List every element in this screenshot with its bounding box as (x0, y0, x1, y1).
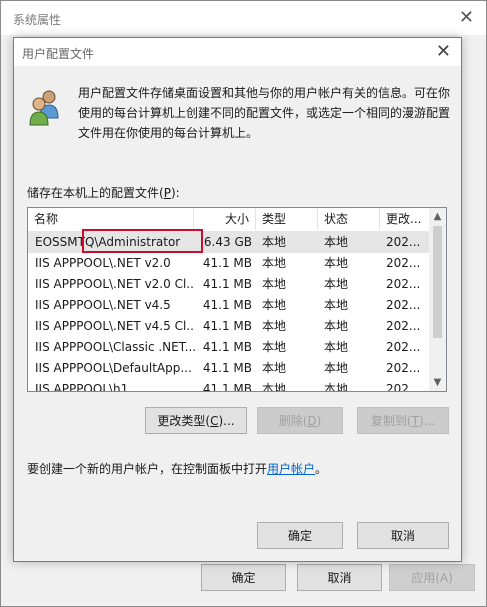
outer-close-icon[interactable]: ✕ (459, 7, 474, 28)
outer-window-title: 系统属性 (13, 13, 62, 27)
profile-type: 本地 (262, 277, 287, 291)
profile-type: 本地 (262, 382, 287, 392)
profile-name: IIS APPPOOL\.NET v4.5 Cl... (35, 319, 195, 333)
profile-name: IIS APPPOOL\Classic .NET... (35, 340, 195, 354)
profile-status: 本地 (324, 361, 349, 375)
profile-type: 本地 (262, 298, 287, 312)
profile-size: 6.43 GB (203, 235, 252, 249)
delete-button[interactable]: 删除(D) (257, 407, 343, 434)
dialog-description: 用户配置文件存储桌面设置和其他与你的用户帐户有关的信息。可在你使用的每台计算机上… (78, 86, 451, 140)
dialog-cancel-button[interactable]: 取消 (357, 522, 449, 549)
profile-size: 41.1 MB (202, 298, 252, 312)
create-account-hint: 要创建一个新的用户帐户，在控制面板中打开用户帐户。 (27, 462, 328, 476)
scroll-down-icon[interactable]: ▼ (429, 374, 446, 391)
profile-status: 本地 (324, 382, 349, 392)
profile-changed: 202... (386, 256, 421, 270)
profile-row[interactable]: IIS APPPOOL\.NET v4.5 41.1 MB 本地 本地 202... (28, 295, 431, 316)
profile-row[interactable]: IIS APPPOOL\h1 41.1 MB 本地 本地 202... (28, 379, 431, 392)
profile-status: 本地 (324, 298, 349, 312)
profile-size: 41.1 MB (202, 277, 252, 291)
profile-name: IIS APPPOOL\.NET v2.0 Cl... (35, 277, 195, 291)
column-header-type[interactable]: 类型 (256, 208, 318, 230)
column-header-size[interactable]: 大小 (194, 208, 256, 230)
profile-size: 41.1 MB (202, 382, 252, 392)
listview-header: 名称 大小 类型 状态 更改... (28, 208, 431, 232)
change-type-button[interactable]: 更改类型(C)... (145, 407, 247, 434)
outer-cancel-button[interactable]: 取消 (297, 564, 382, 591)
profile-status: 本地 (324, 235, 349, 249)
profiles-listview[interactable]: 名称 大小 类型 状态 更改... EOSSMTQ\Administrator 6… (27, 207, 447, 392)
vertical-scrollbar[interactable]: ▲ ▼ (429, 208, 446, 391)
stored-profiles-label: 储存在本机上的配置文件(P): (27, 186, 180, 200)
profile-type: 本地 (262, 256, 287, 270)
profile-row[interactable]: IIS APPPOOL\.NET v4.5 Cl... 41.1 MB 本地 本地 20… (28, 316, 431, 337)
profile-row[interactable]: IIS APPPOOL\DefaultApp... 41.1 MB 本地 本地 202.… (28, 358, 431, 379)
dialog-titlebar: 用户配置文件 ✕ (14, 38, 461, 66)
profile-name: IIS APPPOOL\h1 (35, 382, 129, 392)
profile-status: 本地 (324, 277, 349, 291)
profile-type: 本地 (262, 340, 287, 354)
outer-ok-button[interactable]: 确定 (201, 564, 286, 591)
column-header-name[interactable]: 名称 (28, 208, 194, 230)
profile-changed: 202... (386, 235, 421, 249)
profile-size: 41.1 MB (202, 361, 252, 375)
profile-changed: 202... (386, 298, 421, 312)
profile-status: 本地 (324, 256, 349, 270)
user-profiles-dialog: 用户配置文件 ✕ 用户配置文件存储桌面设置和其他与你的用户帐户有关的信息。可在你… (13, 37, 462, 562)
profile-changed: 202... (386, 340, 421, 354)
scroll-up-icon[interactable]: ▲ (429, 208, 446, 225)
profile-changed: 202... (386, 277, 421, 291)
column-header-changed[interactable]: 更改... (380, 208, 431, 230)
column-header-status[interactable]: 状态 (318, 208, 380, 230)
scrollbar-thumb[interactable] (433, 226, 442, 338)
outer-titlebar: 系统属性 ✕ (1, 1, 486, 35)
profile-name: IIS APPPOOL\.NET v2.0 (35, 256, 171, 270)
dialog-title: 用户配置文件 (22, 47, 95, 61)
profile-type: 本地 (262, 235, 287, 249)
profile-changed: 202... (386, 319, 421, 333)
profile-changed: 202... (386, 382, 421, 392)
profile-size: 41.1 MB (202, 256, 252, 270)
profile-status: 本地 (324, 319, 349, 333)
profile-row[interactable]: IIS APPPOOL\.NET v2.0 41.1 MB 本地 本地 202... (28, 253, 431, 274)
profile-row[interactable]: IIS APPPOOL\.NET v2.0 Cl... 41.1 MB 本地 本地 20… (28, 274, 431, 295)
profile-changed: 202... (386, 361, 421, 375)
profile-type: 本地 (262, 319, 287, 333)
dialog-ok-button[interactable]: 确定 (257, 522, 343, 549)
profile-name: IIS APPPOOL\.NET v4.5 (35, 298, 171, 312)
profile-size: 41.1 MB (202, 319, 252, 333)
profile-row[interactable]: IIS APPPOOL\Classic .NET... 41.1 MB 本地 本地 20… (28, 337, 431, 358)
users-icon (29, 90, 59, 126)
profile-name: EOSSMTQ\Administrator (35, 235, 181, 249)
profile-status: 本地 (324, 340, 349, 354)
dialog-close-icon[interactable]: ✕ (436, 41, 451, 62)
profile-row[interactable]: EOSSMTQ\Administrator 6.43 GB 本地 本地 202... (28, 232, 431, 253)
copy-to-button[interactable]: 复制到(T)... (357, 407, 449, 434)
profile-name: IIS APPPOOL\DefaultApp... (35, 361, 192, 375)
user-accounts-link[interactable]: 用户帐户 (267, 462, 315, 476)
profile-size: 41.1 MB (202, 340, 252, 354)
profile-type: 本地 (262, 361, 287, 375)
outer-apply-button[interactable]: 应用(A) (389, 564, 475, 591)
